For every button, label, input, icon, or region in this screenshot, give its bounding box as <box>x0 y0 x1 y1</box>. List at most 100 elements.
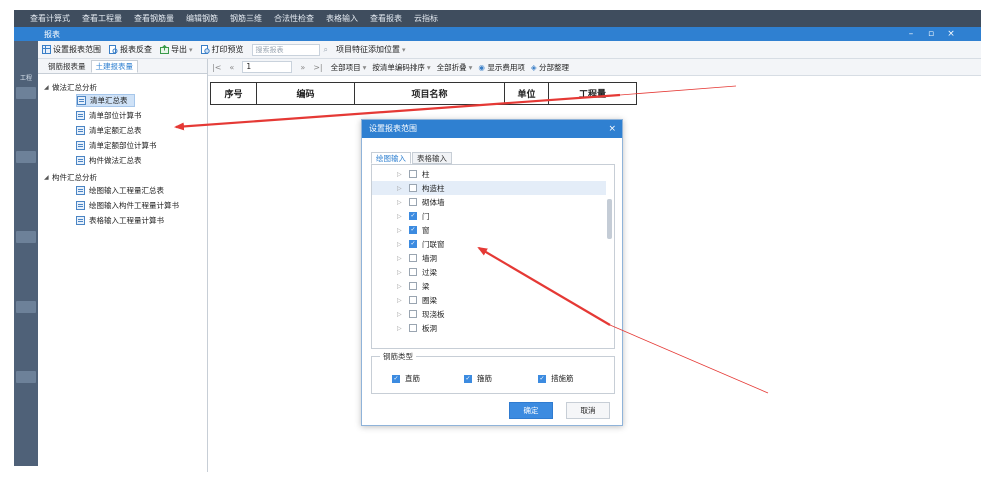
expand-triangle-icon[interactable]: ▷ <box>397 185 405 192</box>
tree-item-bill-summary[interactable]: 清单汇总表 <box>76 94 135 107</box>
list-item[interactable]: ▷ 砌体墙 <box>372 195 606 209</box>
menu-item-view-report[interactable]: 查看报表 <box>370 13 402 24</box>
report-search-input[interactable]: 搜索报表 <box>251 43 320 56</box>
dialog-close-icon[interactable]: × <box>608 120 616 138</box>
expand-triangle-icon[interactable]: ▷ <box>397 199 405 206</box>
close-button[interactable]: × <box>942 27 960 41</box>
side-strip-button[interactable] <box>16 371 36 383</box>
print-preview-button[interactable]: 打印预览 <box>200 44 244 55</box>
tree-group-component-summary[interactable]: ◢ 构件汇总分析 <box>44 172 97 183</box>
checkbox[interactable] <box>409 282 417 290</box>
list-item[interactable]: ▷ ✓ 窗 <box>372 223 606 237</box>
checkbox-checked[interactable]: ✓ <box>409 226 417 234</box>
menu-item-validity-check[interactable]: 合法性检查 <box>274 13 314 24</box>
list-item[interactable]: ▷ ✓ 门 <box>372 209 606 223</box>
minimize-button[interactable]: – <box>902 27 920 41</box>
menu-item-edit-rebar[interactable]: 编辑钢筋 <box>186 13 218 24</box>
tree-group-method-summary[interactable]: ◢ 做法汇总分析 <box>44 82 97 93</box>
checkbox-checked[interactable]: ✓ <box>392 374 400 383</box>
checkbox-checked[interactable]: ✓ <box>538 374 546 383</box>
tab-drawing-input[interactable]: 绘图输入 <box>371 152 411 164</box>
menu-item-rebar-3d[interactable]: 钢筋三维 <box>230 13 262 24</box>
next-page-button[interactable]: » <box>300 63 305 72</box>
checkbox[interactable] <box>409 198 417 206</box>
tree-item-label: 绘图输入工程量汇总表 <box>89 186 164 195</box>
list-item[interactable]: ▷ 圈梁 <box>372 293 606 307</box>
list-item[interactable]: ▷ 现浇板 <box>372 307 606 321</box>
export-button[interactable]: 导出 ▾ <box>160 44 193 55</box>
list-item[interactable]: ▷ 过梁 <box>372 265 606 279</box>
cancel-button[interactable]: 取消 <box>566 402 610 419</box>
expand-triangle-icon[interactable]: ▷ <box>397 241 405 248</box>
checkbox[interactable] <box>409 296 417 304</box>
split-organize-button[interactable]: ◈ 分部整理 <box>531 62 569 73</box>
add-feature-dropdown[interactable]: 项目特征添加位置 ▾ <box>336 44 406 55</box>
expand-triangle-icon[interactable]: ▷ <box>397 255 405 262</box>
expand-triangle-icon[interactable]: ▷ <box>397 213 405 220</box>
checkbox[interactable] <box>409 254 417 262</box>
list-item[interactable]: ▷ 柱 <box>372 167 606 181</box>
list-item[interactable]: ▷ 板洞 <box>372 321 606 335</box>
menu-item-view-quantity[interactable]: 查看工程量 <box>82 13 122 24</box>
expand-triangle-icon[interactable]: ▷ <box>397 227 405 234</box>
list-item[interactable]: ▷ ✓ 门联窗 <box>372 237 606 251</box>
expand-triangle-icon[interactable]: ▷ <box>397 171 405 178</box>
layers-icon: ◈ <box>530 62 540 72</box>
tree-item-component-method-summary[interactable]: 构件做法汇总表 <box>76 154 148 167</box>
tree-item-bill-quota-part-calc[interactable]: 清单定额部位计算书 <box>76 139 163 152</box>
rebar-measure-option[interactable]: ✓ 措施筋 <box>534 373 574 384</box>
checkbox[interactable] <box>409 268 417 276</box>
fold-dropdown[interactable]: 全部折叠 ▾ <box>437 62 473 73</box>
checkbox-checked[interactable]: ✓ <box>464 374 472 383</box>
list-scrollbar[interactable] <box>607 169 612 345</box>
checkbox-checked[interactable]: ✓ <box>409 240 417 248</box>
tab-civil-report[interactable]: 土建报表量 <box>90 60 138 73</box>
menu-item-view-formula[interactable]: 查看计算式 <box>30 13 70 24</box>
dialog-titlebar: 设置报表范围 × <box>362 120 622 138</box>
report-check-button[interactable]: 报表反查 <box>109 44 152 55</box>
tree-item-table-quantity-calc[interactable]: 表格输入工程量计算书 <box>76 214 170 227</box>
side-strip-button[interactable] <box>16 301 36 313</box>
tree-item-bill-part-calc[interactable]: 清单部位计算书 <box>76 109 148 122</box>
expand-triangle-icon[interactable]: ▷ <box>397 311 405 318</box>
expand-triangle-icon[interactable]: ▷ <box>397 283 405 290</box>
menu-item-cloud-index[interactable]: 云指标 <box>414 13 438 24</box>
chevron-down-icon: ▾ <box>468 62 473 72</box>
scrollbar-thumb[interactable] <box>607 199 612 239</box>
last-page-button[interactable]: >| <box>313 63 322 72</box>
show-used-button[interactable]: ◉ 显示费用项 <box>478 62 524 73</box>
tree-item-drawing-component-calc[interactable]: 绘图输入构件工程量计算书 <box>76 199 185 212</box>
checkbox[interactable] <box>409 310 417 318</box>
ok-button[interactable]: 确定 <box>509 402 553 419</box>
tree-item-bill-quota-summary[interactable]: 清单定额汇总表 <box>76 124 148 137</box>
checkbox[interactable] <box>409 184 417 192</box>
first-page-button[interactable]: |< <box>212 63 221 72</box>
page-number-input[interactable]: 1 <box>242 61 293 73</box>
checkbox-checked[interactable]: ✓ <box>409 212 417 220</box>
sort-dropdown[interactable]: 按清单编码排序 ▾ <box>372 62 430 73</box>
expand-triangle-icon[interactable]: ▷ <box>397 297 405 304</box>
side-strip-button[interactable] <box>16 231 36 243</box>
prev-page-button[interactable]: « <box>229 63 234 72</box>
tab-table-input[interactable]: 表格输入 <box>412 152 452 164</box>
set-range-button[interactable]: 设置报表范围 <box>42 44 101 55</box>
expand-triangle-icon[interactable]: ▷ <box>397 269 405 276</box>
menu-item-view-rebar[interactable]: 查看钢筋量 <box>134 13 174 24</box>
checkbox[interactable] <box>409 170 417 178</box>
menu-item-table-input[interactable]: 表格输入 <box>326 13 358 24</box>
rebar-straight-option[interactable]: ✓ 直筋 <box>388 373 420 384</box>
checkbox[interactable] <box>409 324 417 332</box>
tree-item-drawing-quantity-summary[interactable]: 绘图输入工程量汇总表 <box>76 184 170 197</box>
list-item[interactable]: ▷ 构造柱 <box>372 181 606 195</box>
maximize-button[interactable]: ▫ <box>922 27 940 41</box>
side-strip-button[interactable] <box>16 87 36 99</box>
rebar-type-group: 钢筋类型 ✓ 直筋 ✓ 箍筋 ✓ 措施筋 <box>371 351 615 394</box>
search-icon[interactable]: ⌕ <box>324 45 328 55</box>
expand-triangle-icon[interactable]: ▷ <box>397 325 405 332</box>
rebar-stirrup-option[interactable]: ✓ 箍筋 <box>460 373 492 384</box>
side-strip-button[interactable] <box>16 151 36 163</box>
all-items-dropdown[interactable]: 全部项目 ▾ <box>331 62 367 73</box>
list-item[interactable]: ▷ 梁 <box>372 279 606 293</box>
list-item[interactable]: ▷ 墙洞 <box>372 251 606 265</box>
tab-rebar-report[interactable]: 钢筋报表量 <box>43 60 91 73</box>
